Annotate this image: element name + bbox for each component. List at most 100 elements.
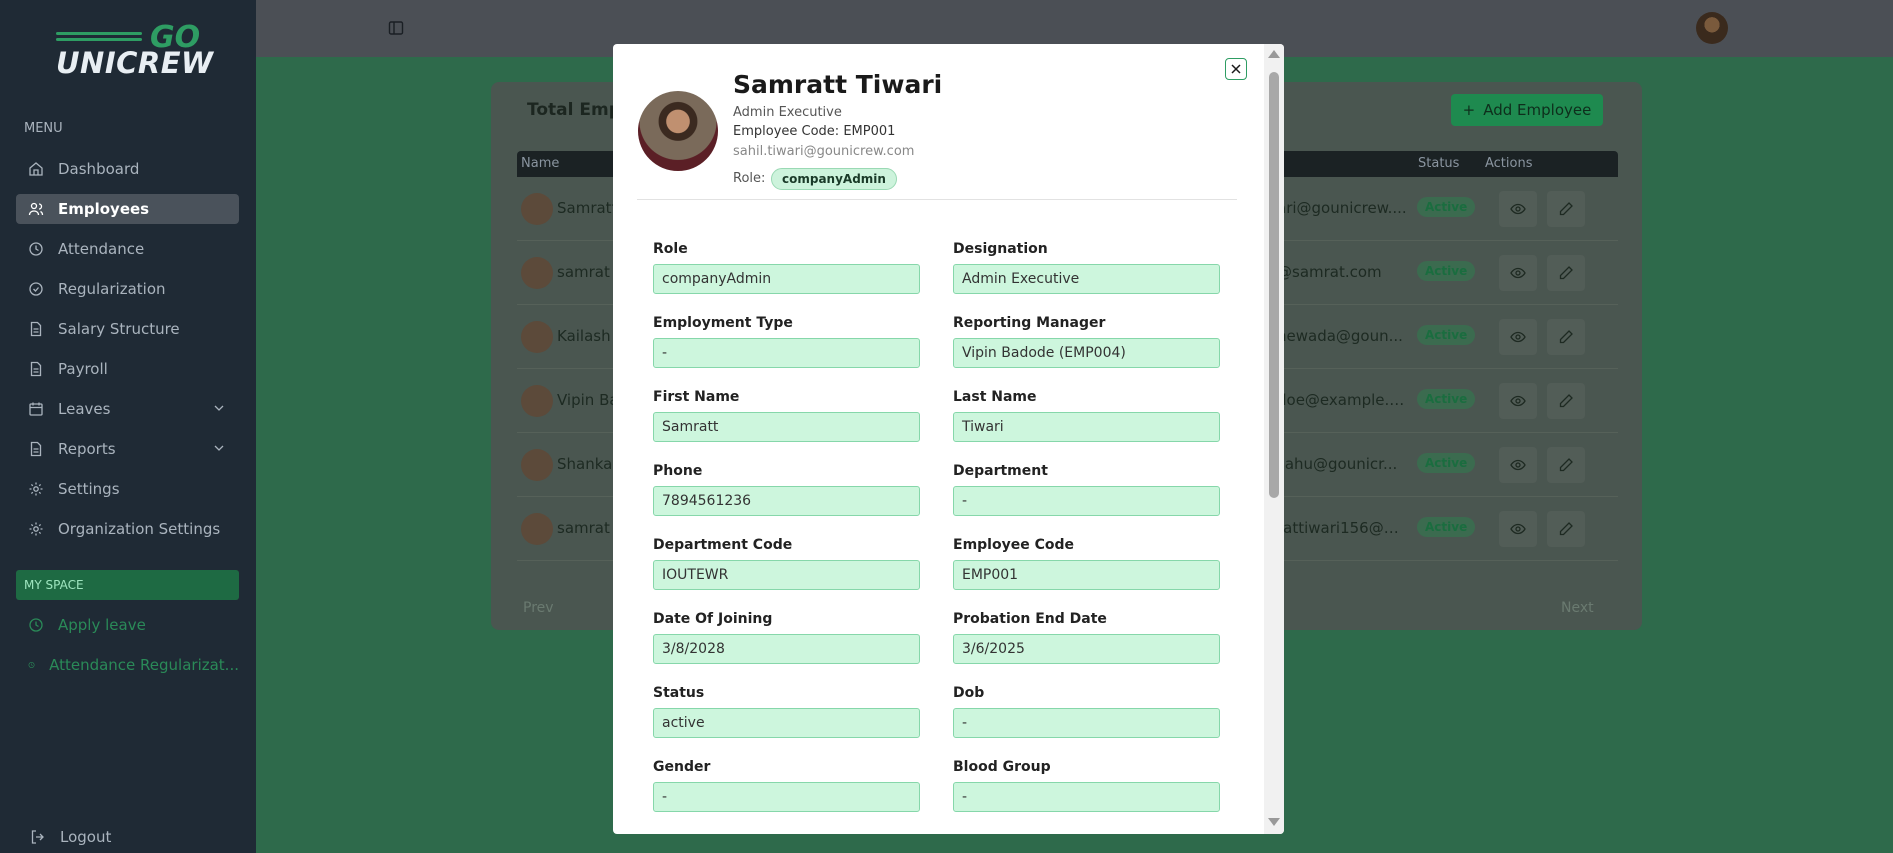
logout-icon — [31, 830, 44, 844]
employee-avatar — [638, 91, 718, 171]
prev-button[interactable]: Prev — [523, 600, 554, 616]
view-button[interactable] — [1499, 191, 1537, 227]
reporting-manager-field[interactable]: Vipin Badode (EMP004) — [953, 338, 1220, 368]
employee-email: rattiwari156@g... — [1277, 519, 1407, 537]
employment-type-field[interactable]: - — [653, 338, 920, 368]
department-field[interactable]: - — [953, 486, 1220, 516]
field-label: Department — [953, 463, 1048, 479]
employee-email: sahu@gounicr... — [1277, 455, 1398, 473]
sidebar-item-payroll[interactable]: Payroll — [16, 354, 239, 384]
employee-code-label: Employee Code: — [733, 124, 840, 139]
sidebar-item-attendance[interactable]: Attendance — [16, 234, 239, 264]
avatar — [521, 385, 553, 417]
blood-group-field[interactable]: - — [953, 782, 1220, 812]
field-label: Status — [653, 685, 705, 701]
employee-code-value: EMP001 — [843, 124, 896, 139]
date-of-joining-field[interactable]: 3/8/2028 — [653, 634, 920, 664]
home-icon — [28, 161, 44, 177]
sidebar-item-settings[interactable]: Settings — [16, 474, 239, 504]
edit-button[interactable] — [1547, 511, 1585, 547]
add-employee-button[interactable]: + Add Employee — [1451, 94, 1603, 126]
employee-name-heading: Samratt Tiwari — [733, 70, 943, 99]
check-circle-icon — [28, 281, 44, 297]
space-item-label: Apply leave — [58, 616, 146, 634]
calendar-icon — [28, 401, 44, 417]
card-title: Total Empl — [527, 100, 627, 120]
sidebar-item-label: Reports — [58, 440, 116, 458]
status-field[interactable]: active — [653, 708, 920, 738]
field-label: Designation — [953, 241, 1048, 257]
designation-field[interactable]: Admin Executive — [953, 264, 1220, 294]
pencil-icon — [1559, 202, 1573, 216]
document-icon — [28, 321, 44, 337]
avatar — [521, 449, 553, 481]
space-item-attendance-regularization[interactable]: Attendance Regularizat... — [16, 650, 239, 680]
logout-button[interactable]: Logout — [16, 828, 111, 846]
field-label: Phone — [653, 463, 703, 479]
sidebar-item-label: Payroll — [58, 360, 108, 378]
field-label: Gender — [653, 759, 711, 775]
edit-button[interactable] — [1547, 191, 1585, 227]
dob-field[interactable]: - — [953, 708, 1220, 738]
scroll-down-arrow[interactable] — [1268, 818, 1280, 826]
employee-name: Kailash — [557, 327, 611, 345]
gender-field[interactable]: - — [653, 782, 920, 812]
avatar — [521, 513, 553, 545]
sidebar-item-dashboard[interactable]: Dashboard — [16, 154, 239, 184]
user-avatar[interactable] — [1696, 12, 1728, 44]
sidebar-toggle-icon[interactable] — [388, 20, 404, 36]
brand-logo[interactable]: GO UNICREW — [54, 20, 213, 80]
sidebar-item-employees[interactable]: Employees — [16, 194, 239, 224]
pencil-icon — [1559, 266, 1573, 280]
document-icon — [28, 441, 44, 457]
edit-button[interactable] — [1547, 383, 1585, 419]
first-name-field[interactable]: Samratt — [653, 412, 920, 442]
sidebar-item-regularization[interactable]: Regularization — [16, 274, 239, 304]
scroll-up-arrow[interactable] — [1268, 50, 1280, 58]
field-label: Last Name — [953, 389, 1037, 405]
employee-detail-modal: Samratt Tiwari Admin Executive Employee … — [613, 44, 1284, 834]
field-label: Blood Group — [953, 759, 1051, 775]
edit-button[interactable] — [1547, 447, 1585, 483]
close-button[interactable] — [1225, 58, 1247, 80]
sidebar: GO UNICREW MENU Dashboard Employees Atte… — [0, 0, 256, 853]
employee-code-field[interactable]: EMP001 — [953, 560, 1220, 590]
view-button[interactable] — [1499, 255, 1537, 291]
eye-icon — [1510, 203, 1526, 215]
department-code-field[interactable]: IOUTEWR — [653, 560, 920, 590]
view-button[interactable] — [1499, 511, 1537, 547]
column-name: Name — [521, 156, 560, 171]
status-badge: Active — [1417, 197, 1476, 217]
edit-button[interactable] — [1547, 319, 1585, 355]
add-employee-label: Add Employee — [1483, 101, 1592, 119]
space-item-apply-leave[interactable]: Apply leave — [16, 610, 239, 640]
role-label: Role: — [733, 171, 766, 186]
sidebar-item-label: Attendance — [58, 240, 145, 258]
scroll-thumb[interactable] — [1269, 72, 1279, 498]
probation-end-date-field[interactable]: 3/6/2025 — [953, 634, 1220, 664]
sidebar-item-reports[interactable]: Reports — [16, 434, 239, 464]
pencil-icon — [1559, 458, 1573, 472]
gear-icon — [28, 521, 44, 537]
modal-scrollbar[interactable] — [1264, 44, 1284, 834]
view-button[interactable] — [1499, 383, 1537, 419]
sidebar-item-leaves[interactable]: Leaves — [16, 394, 239, 424]
field-label: Probation End Date — [953, 611, 1107, 627]
last-name-field[interactable]: Tiwari — [953, 412, 1220, 442]
view-button[interactable] — [1499, 447, 1537, 483]
phone-field[interactable]: 7894561236 — [653, 486, 920, 516]
edit-button[interactable] — [1547, 255, 1585, 291]
next-button[interactable]: Next — [1561, 600, 1594, 616]
field-label: Department Code — [653, 537, 793, 553]
sidebar-item-label: Regularization — [58, 280, 166, 298]
pencil-icon — [1559, 394, 1573, 408]
menu-label: MENU — [24, 121, 63, 136]
header-divider — [637, 199, 1237, 200]
view-button[interactable] — [1499, 319, 1537, 355]
logo-lines — [56, 32, 142, 46]
role-field[interactable]: companyAdmin — [653, 264, 920, 294]
sidebar-item-organization-settings[interactable]: Organization Settings — [16, 514, 239, 544]
employee-email: ari@gounicrew.... — [1277, 199, 1407, 217]
sidebar-item-salary-structure[interactable]: Salary Structure — [16, 314, 239, 344]
clock-icon — [28, 241, 44, 257]
